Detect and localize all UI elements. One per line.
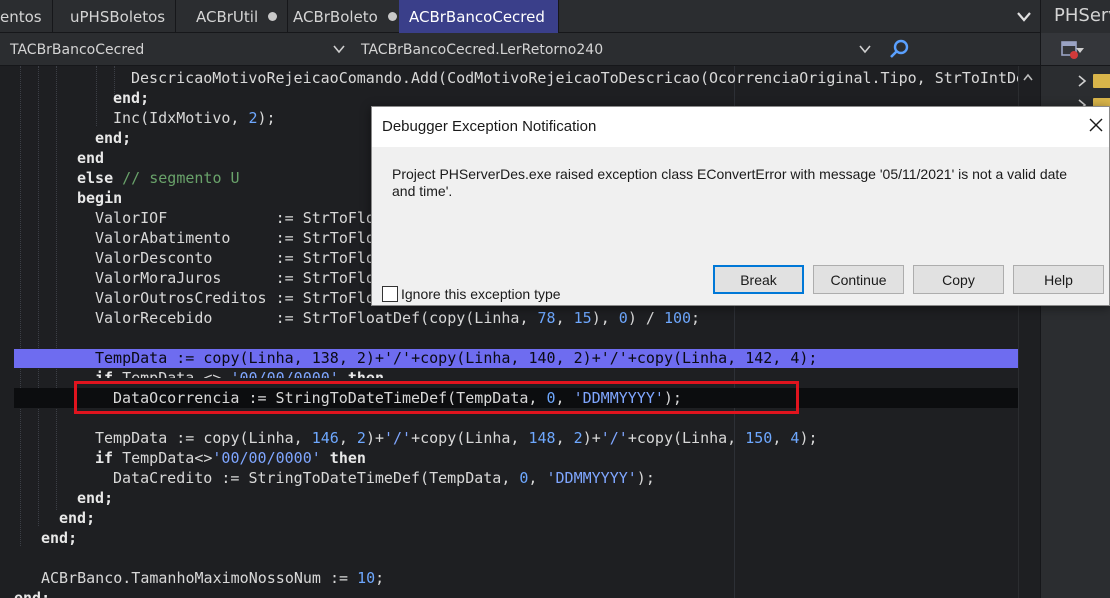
code-line: if TempData<>'00/00/0000' then — [95, 449, 366, 467]
code-line: ValorOutrosCreditos := StrToFlo — [95, 289, 375, 307]
highlight-annotation-box — [74, 381, 799, 414]
tab-label: entos — [0, 7, 42, 26]
code-line: ACBrBanco.TamanhoMaximoNossoNum := 10; — [41, 569, 385, 587]
close-icon[interactable] — [1088, 117, 1104, 133]
tab-uphsboletos[interactable]: uPHSBoletos — [60, 0, 177, 33]
tab-label: ACBrBancoCecred — [409, 7, 545, 26]
code-line: end; — [95, 129, 132, 147]
copy-button[interactable]: Copy — [913, 265, 1004, 294]
folder-icon — [1093, 74, 1110, 88]
continue-button-label: Continue — [830, 271, 887, 288]
chevron-right-icon[interactable] — [1077, 75, 1087, 87]
tab-acbrutil[interactable]: ACBrUtil — [186, 0, 289, 33]
chevron-down-icon[interactable] — [858, 43, 872, 55]
help-button[interactable]: Help — [1013, 265, 1104, 294]
code-line: ValorRecebido := StrToFloatDef(copy(Linh… — [95, 309, 701, 327]
code-line: else // segmento U — [77, 169, 240, 187]
navigation-bar: TACBrBancoCecred TACBrBancoCecred.LerRet… — [0, 33, 1040, 66]
search-icon[interactable] — [888, 38, 910, 60]
tab-label: uPHSBoletos — [70, 7, 166, 26]
block-guide — [38, 66, 39, 526]
chevron-down-icon[interactable] — [332, 43, 346, 55]
modified-dot-icon — [268, 12, 278, 21]
code-line: begin — [77, 189, 123, 207]
block-guide — [96, 66, 97, 126]
code-line: ValorIOF := StrToFlo — [95, 209, 375, 227]
dialog-title: Debugger Exception Notification — [382, 118, 597, 135]
tab-label: ACBrUtil — [196, 7, 259, 26]
tab-acbrbancocecred[interactable]: ACBrBancoCecred — [399, 0, 559, 33]
code-line: end; — [14, 589, 51, 598]
tree-node[interactable] — [1077, 72, 1110, 90]
exception-dialog: Debugger Exception Notification Project … — [371, 106, 1110, 306]
panel-toolbar — [1041, 33, 1110, 66]
code-line: ValorDesconto := StrToFlo — [95, 249, 375, 267]
tab-entos[interactable]: entos — [0, 0, 53, 33]
panel-title: PHServer — [1054, 5, 1110, 26]
modified-dot-icon — [387, 12, 397, 21]
code-line: end; — [113, 89, 150, 107]
code-line: DescricaoMotivoRejeicaoComando.Add(CodMo… — [131, 69, 1026, 87]
code-line: end — [77, 149, 105, 167]
scroll-up-icon[interactable] — [1022, 72, 1034, 82]
dialog-body: Project PHServerDes.exe raised exception… — [372, 147, 1109, 305]
continue-button[interactable]: Continue — [813, 265, 904, 294]
ignore-exception-label[interactable]: Ignore this exception type — [401, 286, 561, 302]
code-line: end; — [59, 509, 96, 527]
block-guide — [20, 66, 21, 546]
code-line: ValorAbatimento := StrToFlo — [95, 229, 375, 247]
code-line: TempData := copy(Linha, 146, 2)+'/'+copy… — [95, 429, 818, 447]
copy-button-label: Copy — [942, 271, 975, 288]
unit-combo[interactable]: TACBrBancoCecred — [10, 33, 144, 66]
method-combo[interactable]: TACBrBancoCecred.LerRetorno240 — [361, 33, 603, 66]
dropdown-arrow-icon[interactable] — [1075, 45, 1085, 55]
help-button-label: Help — [1044, 271, 1073, 288]
exception-message: Project PHServerDes.exe raised exception… — [392, 166, 1068, 199]
chevron-down-icon[interactable] — [1012, 6, 1036, 28]
code-line: if TempData <> '00/00/0000' then — [95, 369, 384, 378]
break-button[interactable]: Break — [713, 265, 804, 294]
code-line: DataCredito := StringToDateTimeDef(TempD… — [113, 469, 655, 487]
tab-label: ACBrBoleto — [293, 7, 378, 26]
unit-combo-value: TACBrBancoCecred — [10, 41, 145, 58]
code-line: Inc(IdxMotivo, 2); — [113, 109, 276, 127]
block-guide — [56, 66, 57, 510]
editor-tab-bar: entos uPHSBoletos ACBrUtil ACBrBoleto AC… — [0, 0, 1040, 33]
method-combo-value: TACBrBancoCecred.LerRetorno240 — [361, 41, 604, 58]
code-line: end; — [77, 489, 114, 507]
code-line: end; — [41, 529, 78, 547]
tab-acbrboleto[interactable]: ACBrBoleto — [283, 0, 408, 33]
break-button-label: Break — [740, 271, 777, 288]
code-line-execution-point: TempData := copy(Linha, 138, 2)+'/'+copy… — [95, 349, 818, 367]
code-line: ValorMoraJuros := StrToFlo — [95, 269, 375, 287]
ignore-exception-checkbox[interactable] — [382, 286, 398, 302]
